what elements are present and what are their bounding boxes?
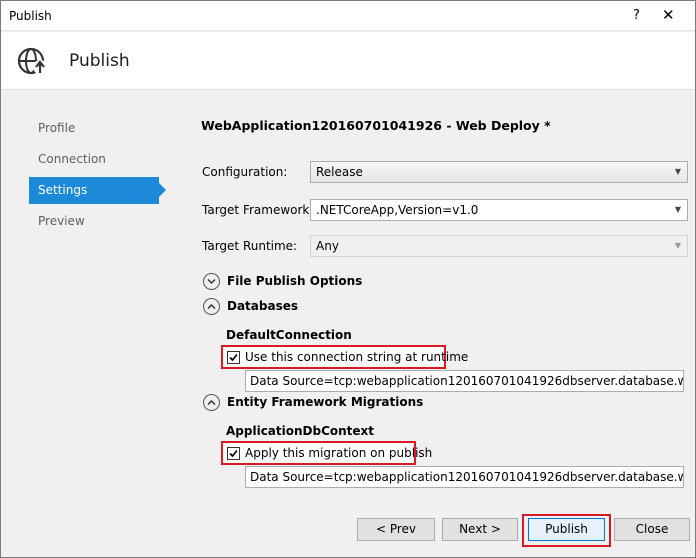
configuration-label: Configuration: — [202, 165, 288, 179]
checkbox-checked-icon — [227, 351, 240, 364]
target-runtime-select: Any ▼ — [310, 235, 688, 257]
nav-item-label: Connection — [38, 152, 106, 166]
wizard-nav: Profile Connection Settings Preview — [29, 115, 169, 239]
nav-item-label: Preview — [38, 214, 85, 228]
collapse-icon — [203, 298, 220, 315]
globe-publish-icon — [17, 47, 47, 75]
apply-migration-label: Apply this migration on publish — [245, 446, 433, 460]
chevron-down-icon: ▼ — [674, 241, 681, 250]
default-connection-string-input[interactable]: Data Source=tcp:webapplication1201607010… — [245, 370, 684, 392]
configuration-select[interactable]: Release ▼ — [310, 161, 688, 183]
header-title: Publish — [69, 51, 130, 71]
title-bar: Publish ? ✕ — [1, 1, 695, 31]
close-window-button[interactable]: ✕ — [662, 6, 675, 24]
nav-item-settings[interactable]: Settings — [29, 177, 166, 204]
close-button[interactable]: Close — [614, 518, 690, 541]
file-publish-options-label: File Publish Options — [227, 274, 363, 288]
publish-dialog: Publish ? ✕ Publish Profile Connection S… — [0, 0, 696, 558]
nav-item-profile[interactable]: Profile — [29, 115, 169, 142]
target-framework-select[interactable]: .NETCoreApp,Version=v1.0 ▼ — [310, 199, 688, 221]
chevron-down-icon: ▼ — [674, 205, 681, 214]
profile-title: WebApplication120160701041926 - Web Depl… — [201, 118, 551, 133]
dialog-header: Publish — [1, 32, 695, 90]
default-connection-heading: DefaultConnection — [226, 328, 352, 342]
chevron-down-icon: ▼ — [674, 167, 681, 176]
ef-migrations-label: Entity Framework Migrations — [227, 395, 424, 409]
help-button[interactable]: ? — [633, 8, 640, 23]
configuration-value: Release — [316, 165, 363, 179]
databases-label: Databases — [227, 299, 299, 313]
nav-item-label: Settings — [38, 183, 88, 197]
use-connection-string-label: Use this connection string at runtime — [245, 350, 469, 364]
apply-migration-checkbox[interactable]: Apply this migration on publish — [221, 441, 432, 465]
migration-connection-string-input[interactable]: Data Source=tcp:webapplication1201607010… — [245, 466, 684, 488]
nav-item-connection[interactable]: Connection — [29, 146, 169, 173]
checkbox-checked-icon — [227, 447, 240, 460]
publish-button[interactable]: Publish — [528, 518, 605, 541]
db-context-heading: ApplicationDbContext — [226, 424, 375, 438]
target-runtime-label: Target Runtime: — [202, 239, 298, 253]
expand-icon — [203, 273, 220, 290]
window-title: Publish — [9, 9, 52, 23]
nav-item-preview[interactable]: Preview — [29, 208, 169, 235]
collapse-icon — [203, 394, 220, 411]
nav-item-label: Profile — [38, 121, 76, 135]
target-runtime-value: Any — [316, 239, 339, 253]
use-connection-string-checkbox[interactable]: Use this connection string at runtime — [221, 345, 468, 369]
prev-button[interactable]: < Prev — [357, 518, 435, 541]
target-framework-value: .NETCoreApp,Version=v1.0 — [316, 203, 479, 217]
next-button[interactable]: Next > — [442, 518, 518, 541]
publish-button-highlight: Publish — [522, 514, 611, 547]
target-framework-label: Target Framework: — [202, 203, 314, 217]
